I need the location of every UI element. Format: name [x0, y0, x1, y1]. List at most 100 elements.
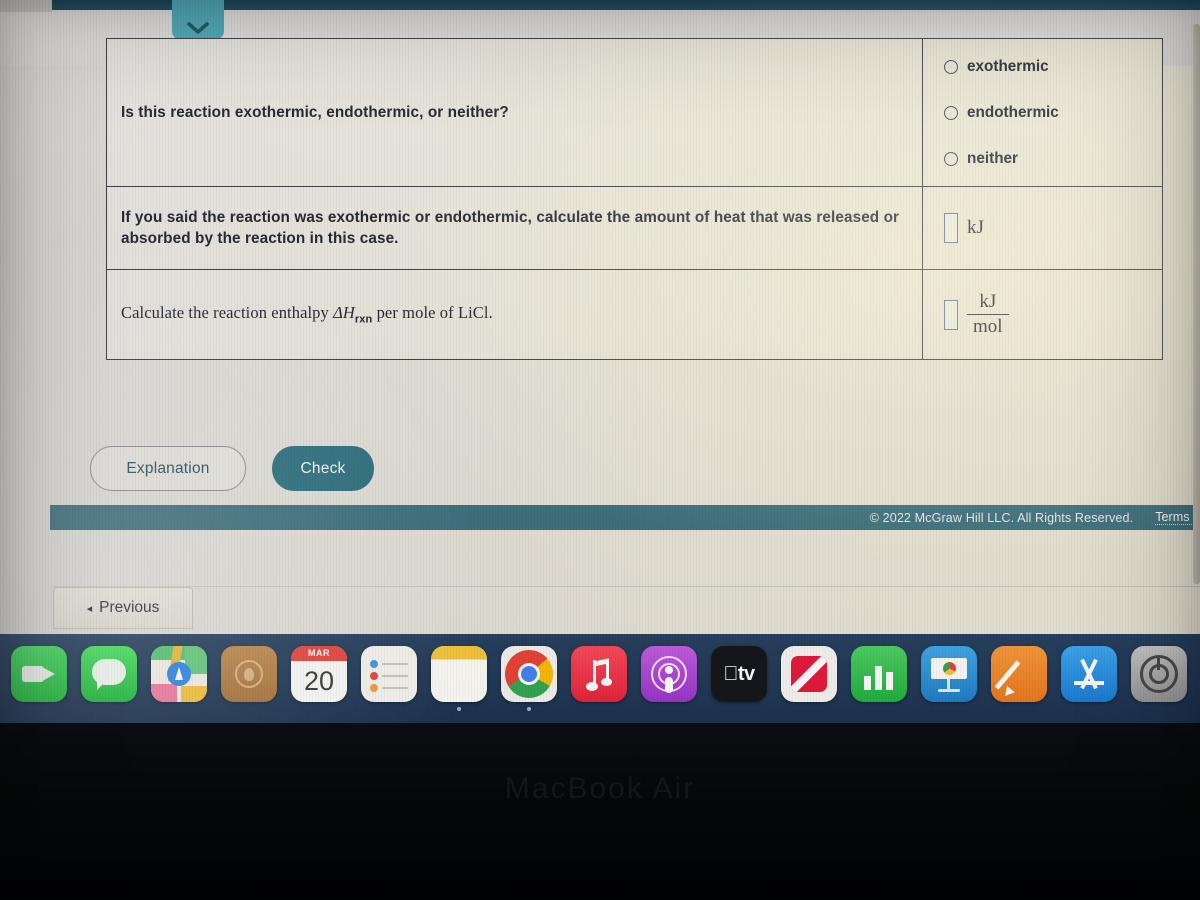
dock-item-reminders[interactable] [354, 646, 424, 711]
enthalpy-answer-input[interactable] [944, 299, 958, 330]
page-collapse-tab[interactable] [172, 0, 224, 40]
question-prompt-cell-2: If you said the reaction was exothermic … [107, 187, 923, 269]
keynote-icon [921, 646, 977, 702]
question-answer-cell-3: kJ mol [923, 270, 1162, 359]
running-dot [947, 707, 951, 711]
news-icon [781, 646, 837, 702]
running-dot [107, 707, 111, 711]
running-dot [527, 707, 531, 711]
radio-label-exothermic: exothermic [967, 57, 1049, 75]
running-dot [37, 707, 41, 711]
dock-item-chrome[interactable] [494, 646, 564, 711]
radio-option-neither[interactable]: neither [944, 136, 1162, 182]
laptop-bezel [0, 723, 1200, 900]
chevron-down-icon [185, 20, 211, 36]
running-dot [247, 707, 251, 711]
dock-item-music[interactable] [564, 646, 634, 711]
enthalpy-symbol: ΔH [333, 302, 355, 322]
calendar-month: MAR [291, 646, 347, 661]
radio-circle-icon [944, 59, 958, 74]
dock-item-maps[interactable] [144, 646, 214, 711]
radio-label-neither: neither [967, 149, 1018, 167]
running-dot [1157, 707, 1161, 711]
unit-denominator: mol [973, 316, 1003, 338]
radio-option-endothermic[interactable]: endothermic [944, 90, 1162, 136]
facetime-icon [11, 646, 67, 702]
appstore-icon [1061, 646, 1117, 702]
unit-fraction-kj-per-mol: kJ mol [967, 290, 1009, 338]
running-dot [807, 707, 811, 711]
dock-item-calendar[interactable]: MAR 20 [284, 646, 354, 711]
running-dot [597, 707, 601, 711]
podcasts-icon [641, 646, 697, 702]
question-table: Is this reaction exothermic, endothermic… [106, 38, 1163, 360]
macos-dock: MAR 20 tv [0, 634, 1200, 723]
copyright-text: © 2022 McGraw Hill LLC. All Rights Reser… [869, 510, 1134, 525]
answer-line-heat: kJ [944, 213, 1162, 243]
check-button[interactable]: Check [272, 446, 374, 491]
device-brand-label: MacBook Air [504, 772, 696, 805]
chrome-icon [501, 646, 557, 702]
heat-answer-input[interactable] [944, 213, 958, 243]
dock-item-facetime[interactable] [4, 646, 74, 711]
maps-icon [151, 646, 207, 702]
running-dot [317, 707, 321, 711]
dock-item-messages[interactable] [74, 646, 144, 711]
running-dot [177, 707, 181, 711]
dock-item-appstore[interactable] [1054, 646, 1124, 711]
running-dot [737, 707, 741, 711]
calendar-day: 20 [303, 666, 335, 696]
running-dot [667, 707, 671, 711]
explanation-button[interactable]: Explanation [90, 446, 246, 491]
enthalpy-subscript: rxn [354, 313, 373, 326]
question-text-2: If you said the reaction was exothermic … [121, 208, 900, 247]
navigation-bar [52, 586, 1200, 635]
laptop-screen: Is this reaction exothermic, endothermic… [0, 0, 1200, 723]
messages-icon [81, 646, 137, 702]
running-dot [1087, 707, 1091, 711]
reminders-icon [361, 646, 417, 702]
page-scrollbar[interactable] [1193, 24, 1200, 584]
radio-circle-icon [944, 151, 958, 166]
radio-option-exothermic[interactable]: exothermic [944, 44, 1162, 90]
browser-top-left-strip [0, 0, 52, 12]
dock-item-podcasts[interactable] [634, 646, 704, 711]
calendar-icon: MAR 20 [291, 646, 347, 702]
radio-circle-icon [944, 105, 958, 120]
question-text-1: Is this reaction exothermic, endothermic… [121, 103, 509, 121]
dock-item-appletv[interactable]: tv [704, 646, 774, 711]
question-text-3-suffix: per mole of LiCl. [372, 302, 493, 322]
table-row: Calculate the reaction enthalpy ΔHrxn pe… [107, 270, 1162, 359]
notes-icon [431, 646, 487, 702]
dock-item-numbers[interactable] [844, 646, 914, 711]
photos-icon [221, 646, 277, 702]
table-row: Is this reaction exothermic, endothermic… [107, 39, 1162, 187]
dock-item-photos[interactable] [214, 646, 284, 711]
previous-arrow-icon: ◂ [86, 602, 93, 615]
dock-item-notes[interactable] [424, 646, 494, 711]
answer-line-enthalpy: kJ mol [944, 290, 1162, 338]
unit-numerator: kJ [979, 290, 997, 312]
appletv-icon: tv [711, 646, 767, 702]
question-text-3: Calculate the reaction enthalpy ΔHrxn pe… [121, 302, 493, 327]
system-preferences-icon [1131, 646, 1187, 702]
running-dot [457, 707, 461, 711]
dock-item-news[interactable] [774, 646, 844, 711]
question-text-3-prefix: Calculate the reaction enthalpy [121, 302, 334, 322]
heat-unit-label: kJ [967, 217, 984, 238]
question-prompt-cell-3: Calculate the reaction enthalpy ΔHrxn pe… [107, 270, 923, 359]
numbers-icon [851, 646, 907, 702]
dock-item-sysprefs[interactable] [1124, 646, 1194, 711]
question-answer-cell-2: kJ [923, 187, 1162, 269]
music-icon [571, 646, 627, 702]
dock-item-pages[interactable] [984, 646, 1054, 711]
question-prompt-cell-1: Is this reaction exothermic, endothermic… [107, 39, 923, 186]
previous-button-label: Previous [99, 599, 160, 616]
running-dot [877, 707, 881, 711]
previous-button[interactable]: ◂ Previous [53, 587, 193, 629]
running-dot [387, 707, 391, 711]
fraction-bar [967, 313, 1009, 316]
radio-label-endothermic: endothermic [967, 103, 1059, 121]
action-button-group: Explanation Check [90, 446, 374, 491]
dock-item-keynote[interactable] [914, 646, 984, 711]
